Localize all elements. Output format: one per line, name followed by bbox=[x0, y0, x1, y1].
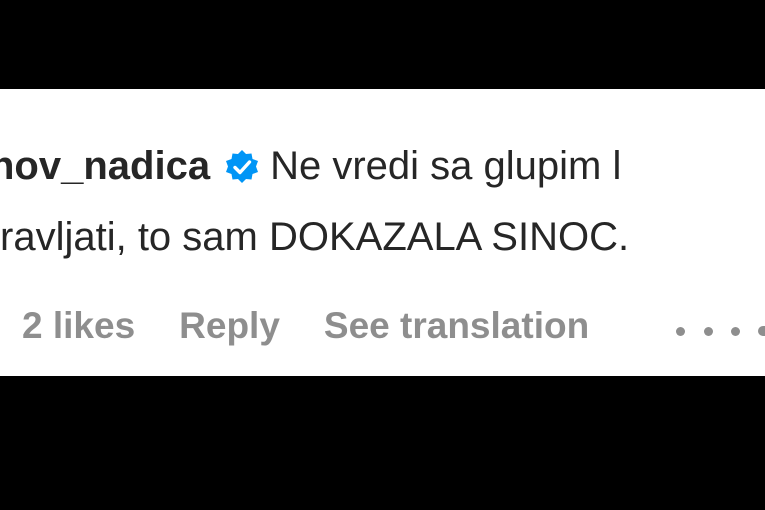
likes-count[interactable]: 2 likes bbox=[22, 305, 135, 346]
comment-text-line-2: ravljati, to sam DOKAZALA SINOC. bbox=[0, 215, 630, 259]
more-dot-icon bbox=[731, 326, 740, 336]
comment-line-1: nov_nadica Ne vredi sa glupim l bbox=[0, 142, 621, 190]
verified-badge-icon bbox=[224, 148, 260, 184]
more-dot-icon bbox=[703, 326, 713, 336]
more-options-icon[interactable] bbox=[676, 326, 740, 336]
comment-card: nov_nadica Ne vredi sa glupim l ravljati,… bbox=[0, 89, 765, 376]
comment-actions: 2 likes Reply See translation bbox=[22, 304, 633, 348]
more-dot-icon bbox=[676, 326, 685, 336]
cropped-dot-icon bbox=[758, 326, 765, 336]
see-translation-button[interactable]: See translation bbox=[324, 305, 589, 346]
reply-button[interactable]: Reply bbox=[179, 305, 280, 346]
comment-text-line-1: Ne vredi sa glupim l bbox=[270, 144, 622, 188]
username[interactable]: nov_nadica bbox=[0, 144, 210, 188]
